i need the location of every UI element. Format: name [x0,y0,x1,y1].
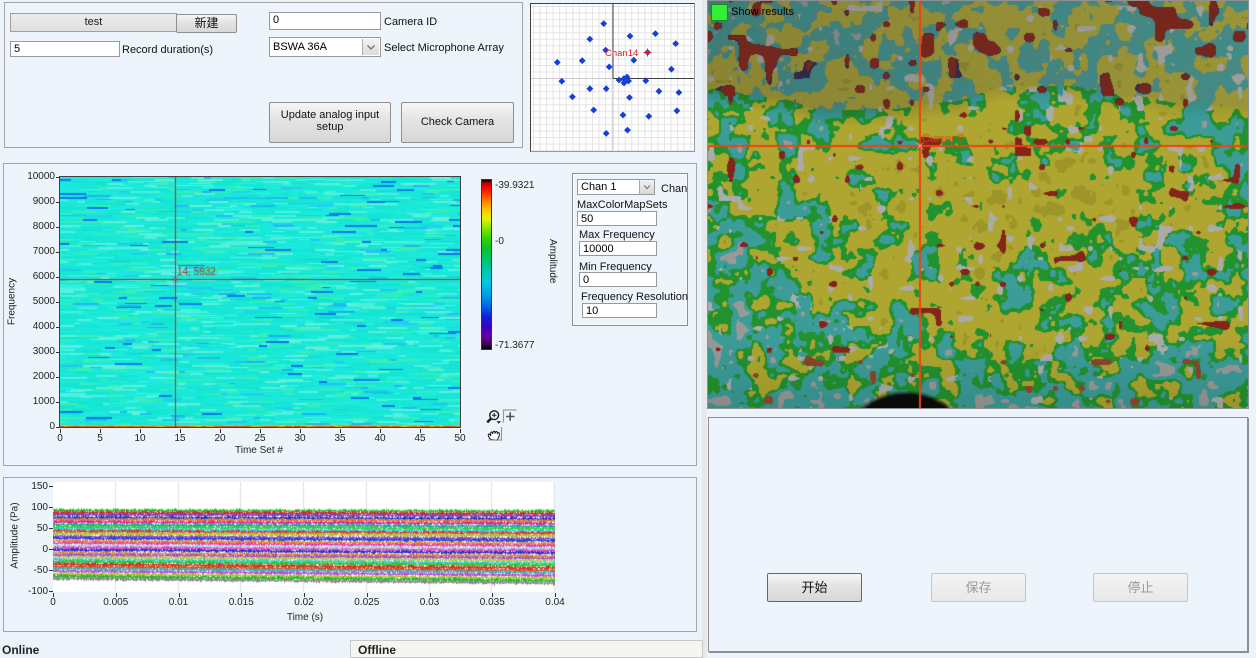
svg-text:Chan14: Chan14 [605,48,638,59]
